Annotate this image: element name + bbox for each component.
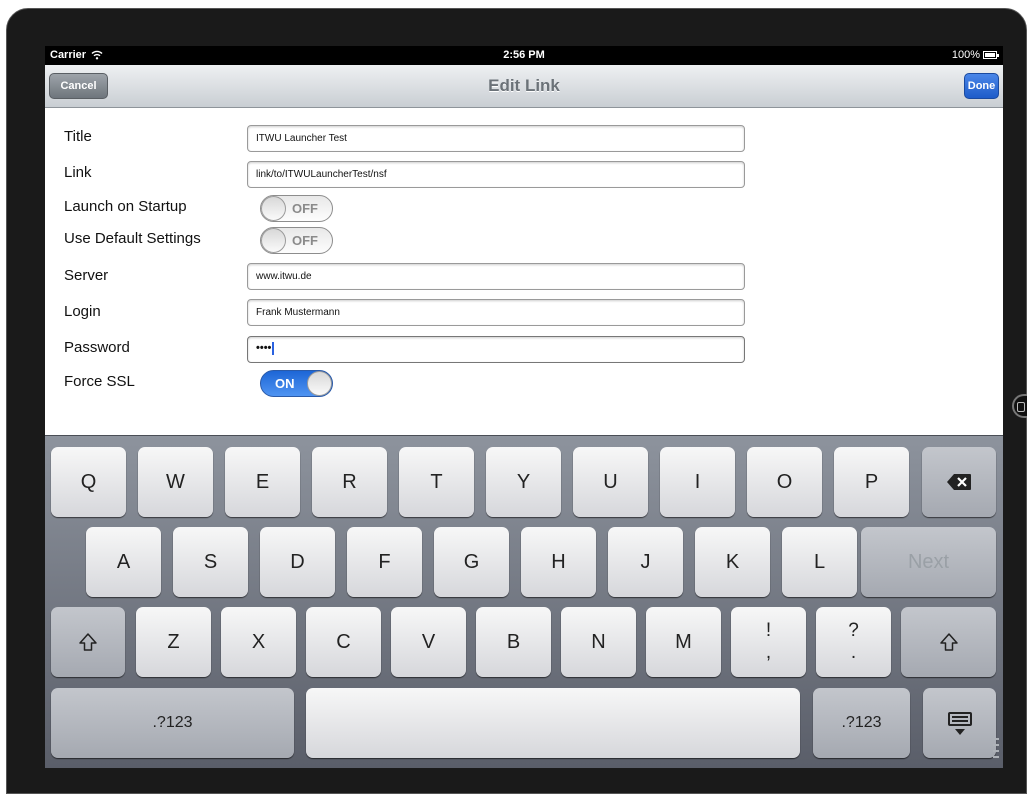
key-i[interactable]: I xyxy=(660,447,735,517)
key-c[interactable]: C xyxy=(306,607,381,677)
key-v[interactable]: V xyxy=(391,607,466,677)
space-bar[interactable] xyxy=(306,688,800,758)
status-bar: Carrier 2:56 PM 100% xyxy=(45,46,1003,65)
keyboard-grip-icon xyxy=(993,738,999,766)
server-field[interactable]: www.itwu.de xyxy=(247,263,745,290)
battery-icon xyxy=(983,51,999,59)
key-b[interactable]: B xyxy=(476,607,551,677)
key-top-char: ? xyxy=(848,620,859,641)
switch-state: OFF xyxy=(292,201,318,216)
key-t[interactable]: T xyxy=(399,447,474,517)
password-label: Password xyxy=(64,339,130,356)
link-label: Link xyxy=(64,164,92,181)
key-bottom-char: . xyxy=(850,642,857,663)
login-field[interactable]: Frank Mustermann xyxy=(247,299,745,326)
key-s[interactable]: S xyxy=(173,527,248,597)
title-field[interactable]: ITWU Launcher Test xyxy=(247,125,745,152)
use-default-settings-label: Use Default Settings xyxy=(64,230,201,247)
password-field[interactable]: •••• xyxy=(247,336,745,363)
title-label: Title xyxy=(64,128,92,145)
key-o[interactable]: O xyxy=(747,447,822,517)
shift-key-right[interactable] xyxy=(901,607,996,677)
done-button[interactable]: Done xyxy=(964,73,999,99)
key-l[interactable]: L xyxy=(782,527,857,597)
link-field[interactable]: link/to/ITWULauncherTest/nsf xyxy=(247,161,745,188)
backspace-key[interactable] xyxy=(922,447,996,517)
key-u[interactable]: U xyxy=(573,447,648,517)
dismiss-keyboard-key[interactable] xyxy=(923,688,996,758)
key-q[interactable]: Q xyxy=(51,447,126,517)
on-screen-keyboard: Q W E R T Y U I O P A S D F G H J K L Ne… xyxy=(45,435,1003,768)
switch-knob xyxy=(261,196,286,221)
key-e[interactable]: E xyxy=(225,447,300,517)
battery-indicator: 100% xyxy=(951,49,999,61)
key-y[interactable]: Y xyxy=(486,447,561,517)
key-a[interactable]: A xyxy=(86,527,161,597)
key-p[interactable]: P xyxy=(834,447,909,517)
page-title: Edit Link xyxy=(488,76,560,95)
battery-percent: 100% xyxy=(951,49,980,61)
edit-link-form: Title ITWU Launcher Test Link link/to/IT… xyxy=(45,108,1003,435)
force-ssl-switch[interactable]: ON xyxy=(260,370,333,397)
switch-state: ON xyxy=(275,376,295,391)
key-h[interactable]: H xyxy=(521,527,596,597)
key-m[interactable]: M xyxy=(646,607,721,677)
keyboard-dismiss-icon xyxy=(946,711,974,735)
key-w[interactable]: W xyxy=(138,447,213,517)
screen: Carrier 2:56 PM 100% Cancel Edit Link Do… xyxy=(45,46,1003,768)
numbers-key-left[interactable]: .?123 xyxy=(51,688,294,758)
key-z[interactable]: Z xyxy=(136,607,211,677)
key-j[interactable]: J xyxy=(608,527,683,597)
switch-knob xyxy=(307,371,332,396)
server-label: Server xyxy=(64,267,109,284)
next-key[interactable]: Next xyxy=(861,527,996,597)
key-r[interactable]: R xyxy=(312,447,387,517)
launch-on-startup-label: Launch on Startup xyxy=(64,198,187,215)
text-caret xyxy=(272,342,275,355)
shift-icon xyxy=(939,633,958,651)
key-question-period[interactable]: ? . xyxy=(816,607,891,677)
key-g[interactable]: G xyxy=(434,527,509,597)
shift-icon xyxy=(79,633,97,651)
numbers-key-right[interactable]: .?123 xyxy=(813,688,910,758)
key-top-char: ! xyxy=(765,620,772,641)
key-f[interactable]: F xyxy=(347,527,422,597)
login-label: Login xyxy=(64,303,101,320)
navigation-bar: Cancel Edit Link Done xyxy=(45,65,1003,108)
switch-state: OFF xyxy=(292,233,318,248)
key-k[interactable]: K xyxy=(695,527,770,597)
launch-on-startup-switch[interactable]: OFF xyxy=(260,195,333,222)
key-n[interactable]: N xyxy=(561,607,636,677)
password-dots: •••• xyxy=(256,342,272,355)
key-exclamation-comma[interactable]: ! , xyxy=(731,607,806,677)
key-bottom-char: , xyxy=(765,642,772,663)
shift-key-left[interactable] xyxy=(51,607,125,677)
key-x[interactable]: X xyxy=(221,607,296,677)
backspace-icon xyxy=(947,474,971,490)
switch-knob xyxy=(261,228,286,253)
key-d[interactable]: D xyxy=(260,527,335,597)
clock: 2:56 PM xyxy=(503,49,545,61)
force-ssl-label: Force SSL xyxy=(64,373,135,390)
use-default-settings-switch[interactable]: OFF xyxy=(260,227,333,254)
